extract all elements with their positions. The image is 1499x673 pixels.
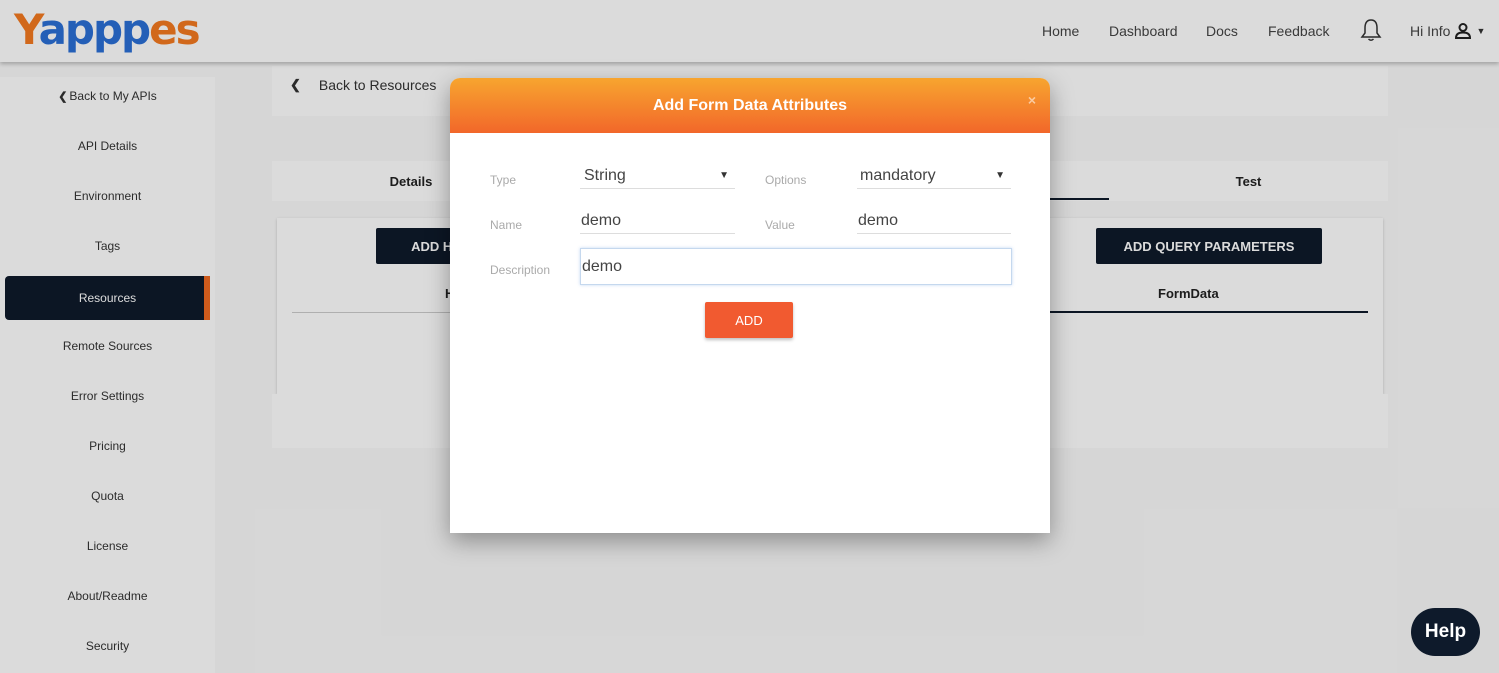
name-label: Name (490, 218, 523, 232)
description-label: Description (490, 263, 551, 277)
options-select[interactable]: mandatory ▼ (857, 163, 1011, 189)
close-icon[interactable]: × (1028, 92, 1036, 108)
value-label: Value (765, 218, 795, 232)
add-button[interactable]: ADD (705, 302, 793, 338)
modal-title: Add Form Data Attributes (652, 96, 848, 114)
add-form-data-modal: Add Form Data Attributes × Type String ▼… (450, 78, 1050, 533)
help-button[interactable]: Help (1411, 608, 1480, 656)
type-select[interactable]: String ▼ (580, 163, 735, 189)
description-input[interactable]: demo (580, 248, 1012, 285)
value-input[interactable]: demo (857, 208, 1011, 234)
type-label: Type (490, 173, 517, 187)
options-label: Options (765, 173, 807, 187)
dropdown-arrow-icon: ▼ (719, 170, 729, 181)
dropdown-arrow-icon: ▼ (995, 170, 1005, 181)
name-input[interactable]: demo (580, 208, 735, 234)
modal-header: Add Form Data Attributes × (450, 78, 1050, 133)
